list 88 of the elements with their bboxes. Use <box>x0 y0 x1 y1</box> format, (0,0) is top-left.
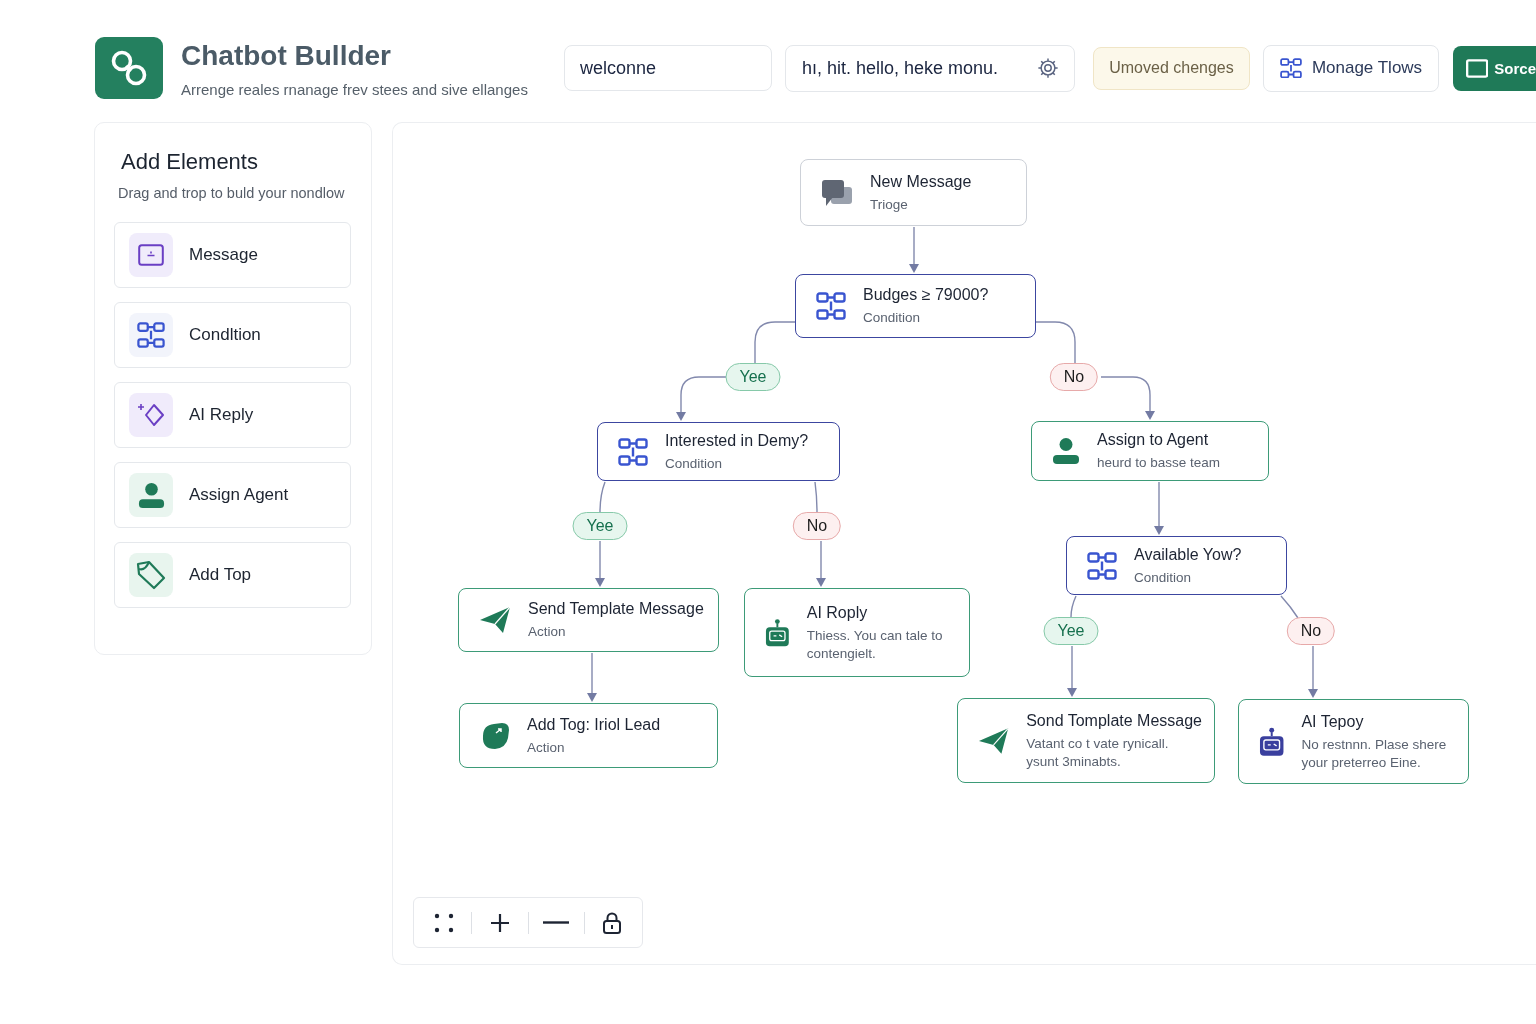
drag-dots-icon <box>433 912 454 933</box>
robot-icon <box>1259 726 1285 757</box>
node-grid-icon <box>816 292 846 320</box>
node-subtitle: Action <box>527 738 565 757</box>
lock-icon <box>603 911 622 934</box>
connector-arrow <box>1154 481 1164 535</box>
element-item[interactable]: AI Reply <box>114 382 351 448</box>
plus-icon <box>490 913 509 932</box>
node-grid-icon <box>1279 57 1302 79</box>
flow-node[interactable]: Assign to Agent heurd to basse team <box>1031 421 1269 481</box>
node-subtitle: Trioge <box>870 195 908 214</box>
node-grid-icon <box>618 437 648 466</box>
tag-icon <box>129 553 173 597</box>
branch-label: Yee <box>572 512 628 540</box>
element-item[interactable]: Assign Agent <box>114 462 351 528</box>
connector-line <box>754 321 796 364</box>
node-title: Add Tog: Iriol Lead <box>527 714 661 735</box>
connector-arrow <box>595 540 605 587</box>
person-icon <box>1052 437 1080 465</box>
connector-arrow <box>676 376 727 421</box>
branch-label: Yee <box>1043 617 1099 645</box>
connector-arrow <box>1308 645 1318 698</box>
rectangle-icon <box>1466 58 1489 78</box>
connector-arrow <box>816 540 826 587</box>
connector-line <box>599 481 606 513</box>
minus-icon <box>543 921 570 924</box>
node-title: Assign to Agent <box>1097 430 1209 450</box>
node-subtitle: Condition <box>1134 568 1192 587</box>
node-title: AI Tepoy <box>1301 711 1364 732</box>
paper-plane-icon <box>978 726 1010 755</box>
app-title: Chatbot Bullder <box>181 38 391 73</box>
app-subtitle: Arrenge reales rnanage frev stees and sive ellanges <box>181 80 528 98</box>
node-subtitle: Thiess. You can tale to contengielt. <box>806 626 944 663</box>
node-title: Budges ≥ 79000? <box>863 285 989 305</box>
node-subtitle: Action <box>528 623 566 641</box>
connector-line <box>1070 595 1077 618</box>
node-title: Interested in Demy? <box>665 430 809 451</box>
connector-arrow <box>1100 376 1155 420</box>
node-subtitle: No restnnn. Plase shere your preterreo Eine. <box>1301 735 1448 772</box>
branch-label: No <box>1049 363 1099 391</box>
node-title: Sond Tomplate Message <box>1026 710 1202 731</box>
branch-label: Yee <box>725 363 781 391</box>
flow-node[interactable]: AI Roply Thiess. You can tale to contengielt. <box>744 588 970 677</box>
primary-button[interactable]: Sorce <box>1453 45 1536 91</box>
flow-node[interactable]: Send Template Message Action <box>458 588 719 652</box>
chat-bubbles-icon <box>821 178 853 207</box>
unsaved-status: Umoved chenges <box>1093 46 1250 90</box>
connector-arrow <box>587 652 597 702</box>
manage-flows-button[interactable]: Monage Tlows <box>1263 44 1439 92</box>
connector-line <box>1280 595 1299 619</box>
node-subtitle: Vatant co t vate rynicall. ysunt 3minabts. <box>1026 734 1170 771</box>
gear-icon <box>1037 56 1059 79</box>
flow-node[interactable]: Budges ≥ 79000? Condition <box>795 274 1036 338</box>
node-grid-icon <box>129 313 173 357</box>
node-subtitle: Condition <box>863 309 921 327</box>
branch-label: No <box>792 512 842 540</box>
connector-arrow <box>1067 645 1077 697</box>
flow-node[interactable]: AI Tepoy No restnnn. Plase shere your preterreo Eine. <box>1238 699 1469 784</box>
node-grid-icon <box>1087 551 1117 580</box>
flow-node[interactable]: Interested in Demy? Condition <box>597 422 840 481</box>
node-title: New Message <box>870 171 972 192</box>
flow-name-input[interactable]: welconne <box>564 45 772 91</box>
paper-plane-icon <box>479 606 511 634</box>
person-icon <box>129 473 173 517</box>
sparkle-icon <box>129 393 173 437</box>
node-subtitle: heurd to basse team <box>1097 454 1221 472</box>
element-item[interactable]: Add Top <box>114 542 351 608</box>
keywords-input[interactable]: hı, hit. hello, heke monu. <box>785 44 1075 92</box>
flow-node[interactable]: New Message Trioge <box>800 159 1027 226</box>
element-item[interactable]: Condltion <box>114 302 351 368</box>
flow-node[interactable]: Add Tog: Iriol Lead Action <box>459 703 718 768</box>
node-title: Available Yow? <box>1134 544 1242 565</box>
connector-line <box>1035 321 1076 364</box>
element-item[interactable]: Message <box>114 222 351 288</box>
node-title: Send Template Message <box>528 599 704 619</box>
app-logo <box>95 37 163 99</box>
message-card-icon <box>129 233 173 277</box>
connector-arrow <box>909 226 919 273</box>
branch-label: No <box>1286 617 1336 645</box>
panel-subtitle: Drag and trop to buld your nondlow <box>118 184 345 202</box>
node-title: AI Roply <box>806 602 868 623</box>
connector-line <box>814 481 818 513</box>
robot-icon <box>765 617 790 648</box>
flow-node[interactable]: Sond Tomplate Message Vatant co t vate rynicall. ysunt 3minabts. <box>957 698 1215 783</box>
node-subtitle: Condition <box>665 454 723 473</box>
panel-title: Add Elements <box>121 148 258 176</box>
tag-icon <box>480 721 510 750</box>
flow-node[interactable]: Available Yow? Condition <box>1066 536 1287 595</box>
